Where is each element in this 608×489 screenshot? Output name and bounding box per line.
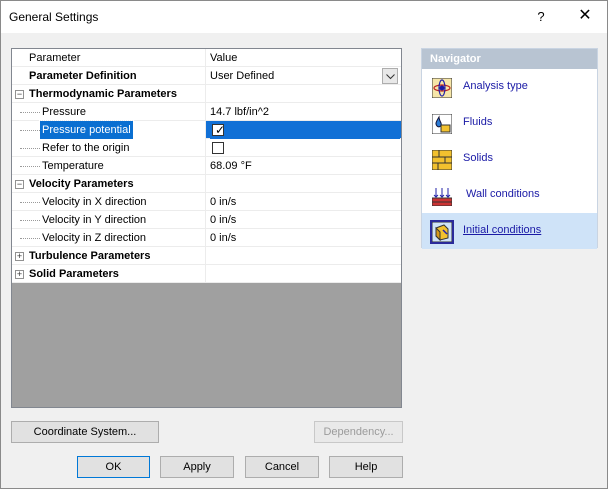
- column-header-value: Value: [210, 52, 238, 64]
- apply-button[interactable]: Apply: [160, 456, 234, 478]
- collapse-icon[interactable]: −: [15, 180, 24, 189]
- column-header-parameter: Parameter: [12, 49, 206, 67]
- table-row-turbulence-group[interactable]: + Turbulence Parameters: [12, 247, 401, 265]
- general-settings-dialog: General Settings ? ✕ Parameter Value Par…: [0, 0, 608, 489]
- temperature-value[interactable]: 68.09 °F: [210, 157, 400, 175]
- expand-icon[interactable]: +: [15, 252, 24, 261]
- solid-group-label: Solid Parameters: [29, 268, 119, 280]
- close-button[interactable]: ✕: [567, 1, 603, 33]
- refer-origin-checkbox[interactable]: [212, 142, 224, 154]
- velocity-x-label: Velocity in X direction: [42, 196, 147, 208]
- table-row-velocity-z[interactable]: Velocity in Z direction 0 in/s: [12, 229, 401, 247]
- grid-header-row: Parameter Value: [12, 49, 401, 67]
- help-button[interactable]: Help: [329, 456, 403, 478]
- table-row-pressure-potential[interactable]: Pressure potential ✓: [12, 120, 401, 140]
- table-row-pressure[interactable]: Pressure 14.7 lbf/in^2: [12, 103, 401, 121]
- collapse-icon[interactable]: −: [15, 90, 24, 99]
- cancel-button[interactable]: Cancel: [245, 456, 319, 478]
- chevron-down-icon: [386, 74, 395, 80]
- nav-item-fluids[interactable]: Fluids: [422, 105, 597, 141]
- table-row-velocity-group[interactable]: − Velocity Parameters: [12, 175, 401, 193]
- thermodynamic-group-label: Thermodynamic Parameters: [29, 88, 177, 100]
- pressure-value[interactable]: 14.7 lbf/in^2: [210, 103, 400, 121]
- initial-conditions-icon: [430, 220, 454, 244]
- nav-item-label: Wall conditions: [466, 188, 540, 200]
- wall-conditions-icon: [432, 188, 452, 206]
- dependency-button[interactable]: Dependency...: [314, 421, 403, 443]
- velocity-z-label: Velocity in Z direction: [42, 232, 146, 244]
- checkmark-icon: ✓: [215, 123, 226, 137]
- nav-item-label: Fluids: [463, 116, 493, 128]
- parameter-definition-value: User Defined: [210, 70, 275, 82]
- velocity-group-label: Velocity Parameters: [29, 178, 134, 190]
- parameter-grid: Parameter Value Parameter Definition Use…: [11, 48, 402, 408]
- navigator-panel: Navigator Analysis type Fluids Solids Wa…: [421, 48, 598, 249]
- parameter-definition-label: Parameter Definition: [29, 70, 137, 82]
- velocity-y-label: Velocity in Y direction: [42, 214, 147, 226]
- pressure-label: Pressure: [42, 106, 87, 118]
- fluids-icon: [432, 114, 452, 134]
- analysis-type-icon: [432, 78, 452, 98]
- table-row-velocity-y[interactable]: Velocity in Y direction 0 in/s: [12, 211, 401, 229]
- window-title: General Settings: [9, 10, 99, 24]
- title-bar: General Settings ? ✕: [1, 1, 607, 33]
- coordinate-system-button[interactable]: Coordinate System...: [11, 421, 159, 443]
- nav-item-wall-conditions[interactable]: Wall conditions: [422, 177, 597, 213]
- velocity-z-value[interactable]: 0 in/s: [210, 229, 400, 247]
- definition-dropdown-button[interactable]: [382, 68, 398, 84]
- pressure-potential-label: Pressure potential: [39, 120, 134, 140]
- pressure-potential-checkbox[interactable]: ✓: [212, 123, 226, 137]
- help-title-button[interactable]: ?: [523, 1, 559, 33]
- table-row-refer-origin[interactable]: Refer to the origin: [12, 139, 401, 157]
- nav-item-analysis-type[interactable]: Analysis type: [422, 69, 597, 105]
- table-row-velocity-x[interactable]: Velocity in X direction 0 in/s: [12, 193, 401, 211]
- velocity-x-value[interactable]: 0 in/s: [210, 193, 400, 211]
- temperature-label: Temperature: [42, 160, 104, 172]
- nav-item-solids[interactable]: Solids: [422, 141, 597, 177]
- nav-item-label: Solids: [463, 152, 493, 164]
- ok-button[interactable]: OK: [77, 456, 150, 478]
- table-row-solid-group[interactable]: + Solid Parameters: [12, 265, 401, 283]
- refer-origin-label: Refer to the origin: [42, 142, 130, 154]
- solids-icon: [432, 150, 452, 170]
- turbulence-group-label: Turbulence Parameters: [29, 250, 151, 262]
- parameter-grid-body: Parameter Value Parameter Definition Use…: [12, 49, 401, 283]
- nav-item-initial-conditions[interactable]: Initial conditions: [422, 213, 597, 249]
- table-row-thermodynamic-group[interactable]: − Thermodynamic Parameters: [12, 85, 401, 103]
- table-row-parameter-definition[interactable]: Parameter Definition User Defined: [12, 67, 401, 85]
- nav-item-label: Initial conditions: [463, 224, 542, 236]
- nav-item-label: Analysis type: [463, 80, 528, 92]
- table-row-temperature[interactable]: Temperature 68.09 °F: [12, 157, 401, 175]
- velocity-y-value[interactable]: 0 in/s: [210, 211, 400, 229]
- navigator-title: Navigator: [422, 49, 597, 69]
- expand-icon[interactable]: +: [15, 270, 24, 279]
